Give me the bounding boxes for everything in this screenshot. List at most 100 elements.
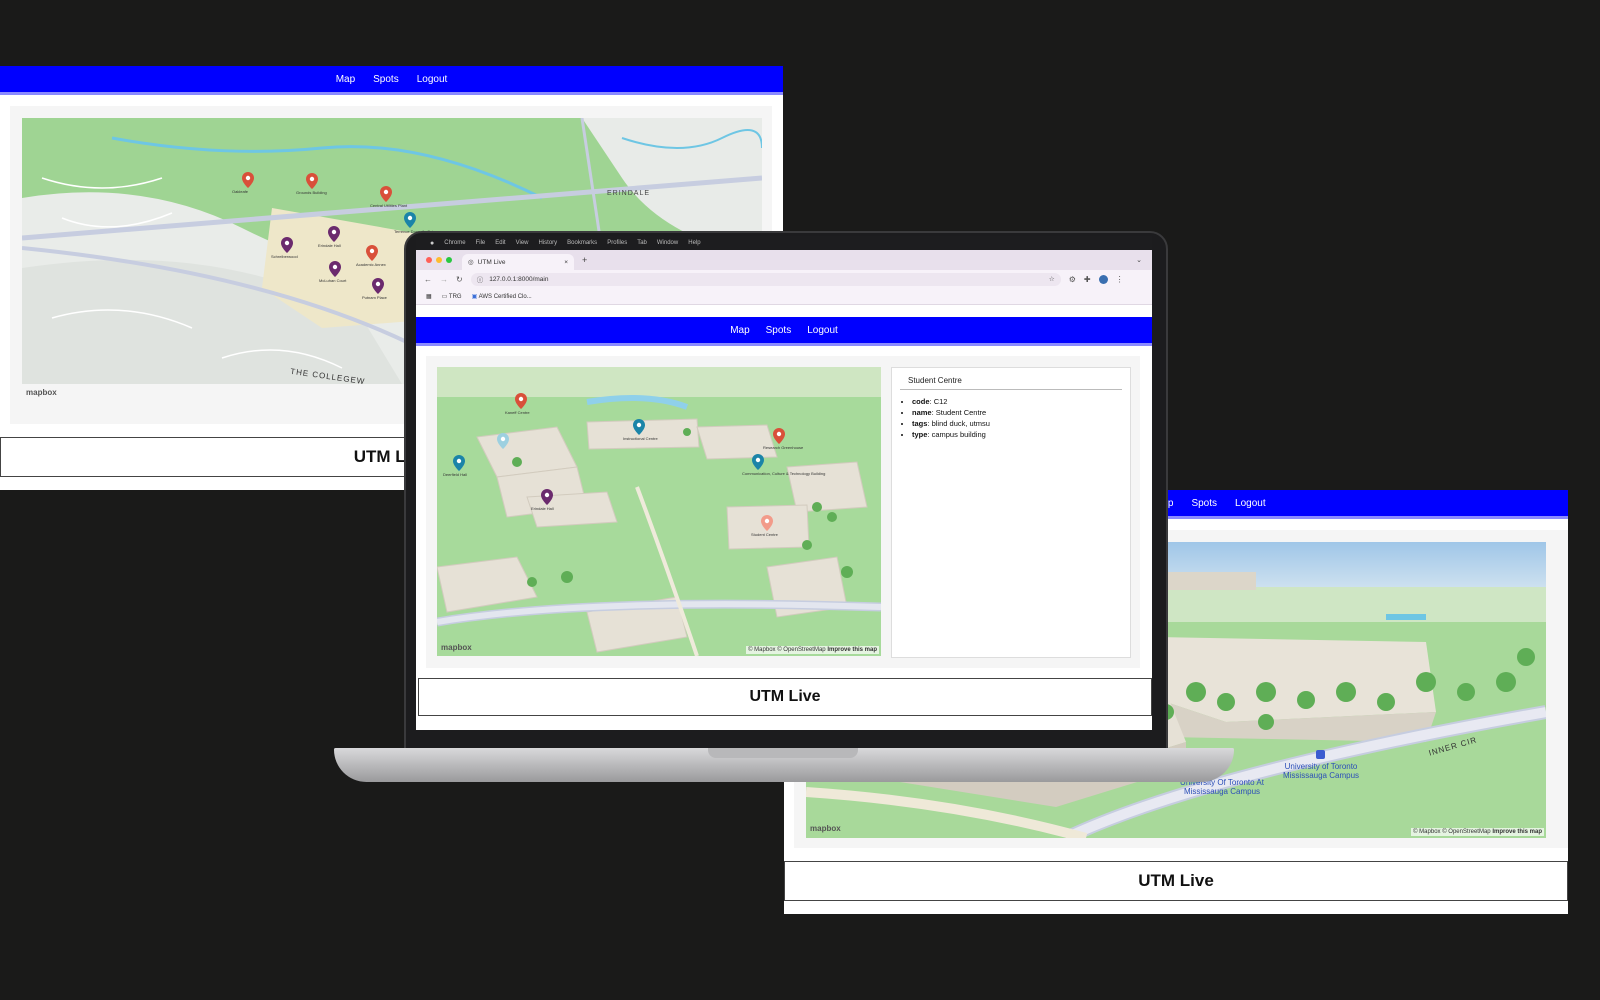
browser-tabstrip: ◎ UTM Live × + ⌄ — [416, 250, 1152, 270]
nav-map-link[interactable]: Map — [336, 74, 355, 85]
center_map-pin[interactable] — [752, 454, 764, 470]
page-nav-map-link[interactable]: Map — [730, 325, 749, 336]
left_map-pin[interactable] — [404, 212, 416, 228]
apple-icon[interactable]: ● — [430, 240, 434, 247]
center_map-pin[interactable] — [453, 455, 465, 471]
left_map-pin[interactable] — [372, 278, 384, 294]
map-pin-icon — [380, 186, 392, 202]
profile-avatar[interactable] — [1098, 274, 1108, 284]
map-pin-icon — [372, 278, 384, 294]
doc-icon: ▣ — [471, 293, 479, 300]
center-attribution-text[interactable]: © Mapbox © OpenStreetMap — [748, 647, 826, 653]
menubar-item[interactable]: Bookmarks — [567, 240, 597, 246]
left_map-pin[interactable] — [329, 261, 341, 277]
site-info-icon[interactable]: ⓘ — [477, 274, 484, 284]
apps-grid-icon[interactable]: ▦ — [426, 293, 432, 300]
left_map-pin[interactable] — [366, 245, 378, 261]
center-improve-map-link[interactable]: Improve this map — [827, 647, 877, 653]
window-close-button[interactable] — [426, 257, 432, 263]
new-tab-button[interactable]: + — [582, 255, 587, 265]
spot-field-tags: tags: blind duck, utmsu — [912, 418, 1130, 429]
menubar-item[interactable]: Chrome — [444, 240, 465, 246]
map-attribution-right: © Mapbox © OpenStreetMap Improve this ma… — [1411, 828, 1544, 836]
tab-search-icon[interactable]: ⌄ — [1136, 256, 1142, 264]
menubar-item[interactable]: View — [516, 240, 529, 246]
page-navbar: Map Spots Logout — [416, 317, 1152, 346]
bookmark-star-icon[interactable]: ☆ — [1049, 275, 1055, 283]
map-pin-icon — [453, 455, 465, 471]
left_map-pin-label: Grounds Building — [296, 190, 327, 195]
center-mapbox-logo[interactable]: mapbox — [441, 643, 472, 652]
nav-logout-link[interactable]: Logout — [417, 74, 448, 85]
reload-icon[interactable]: ↻ — [456, 275, 463, 284]
center_map-pin[interactable] — [633, 419, 645, 435]
page-nav-logout-link[interactable]: Logout — [807, 325, 838, 336]
nav-spots-link-right[interactable]: Spots — [1191, 498, 1217, 509]
left_map-pin[interactable] — [380, 186, 392, 202]
center_map-pin-label: Research Greenhouse — [763, 445, 804, 450]
map-pin-icon — [404, 212, 416, 228]
left_map-pin[interactable] — [281, 237, 293, 253]
center_map-pin-label: Student Centre — [751, 532, 778, 537]
browser-toolbar: ← → ↻ ⓘ 127.0.0.1:8000/main ☆ ⚙ ✚ ⋮ — [416, 270, 1152, 288]
back-icon[interactable]: ← — [424, 275, 432, 284]
mapbox-logo-right[interactable]: mapbox — [810, 824, 841, 833]
map-pin-icon — [773, 428, 785, 444]
bookmarks-bar: ▦ ▭ TRG ▣ AWS Certified Clo... — [416, 288, 1152, 305]
center_map-pin[interactable] — [773, 428, 785, 444]
nav-spots-link[interactable]: Spots — [373, 74, 399, 85]
top-navbar: Map Spots Logout — [0, 66, 783, 95]
menubar-item[interactable]: Window — [657, 240, 678, 246]
center_map-pin[interactable] — [515, 393, 527, 409]
mapbox-logo[interactable]: mapbox — [26, 388, 57, 397]
page-content-frame: Kaneff Centre Deerfield Hall Instructional… — [426, 356, 1140, 668]
mac-menubar: ● Chrome File Edit View History Bookmarks Prof… — [416, 236, 1152, 250]
footer-title-right: UTM Live — [784, 861, 1568, 901]
left_map-pin[interactable] — [328, 226, 340, 242]
left_map-pin[interactable] — [306, 173, 318, 189]
menubar-item[interactable]: Help — [688, 240, 700, 246]
left_map-pin[interactable] — [242, 172, 254, 188]
menubar-item[interactable]: Edit — [495, 240, 505, 246]
nav-logout-link-right[interactable]: Logout — [1235, 498, 1266, 509]
menu-kebab-icon[interactable]: ⋮ — [1116, 275, 1124, 284]
window-minimize-button[interactable] — [436, 257, 442, 263]
menubar-items: Chrome File Edit View History Bookmarks Profil… — [444, 240, 700, 246]
center_map-pin-label: Deerfield Hall — [443, 472, 468, 477]
menubar-item[interactable]: Tab — [637, 240, 647, 246]
campus-transit-icon — [1316, 750, 1325, 759]
center_map-pin[interactable] — [497, 433, 509, 449]
center_map-pin-label: Erindale Hall — [531, 506, 554, 511]
forward-icon[interactable]: → — [440, 275, 448, 284]
menubar-item[interactable]: History — [539, 240, 558, 246]
improve-map-link[interactable]: Improve this map — [1492, 829, 1542, 835]
bookmark-trg[interactable]: ▭ TRG — [442, 293, 462, 300]
center_map-pin[interactable] — [541, 489, 553, 505]
page-nav-spots-link[interactable]: Spots — [766, 325, 792, 336]
laptop-screen: ● Chrome File Edit View History Bookmarks Prof… — [416, 236, 1152, 730]
tab-title: UTM Live — [477, 258, 506, 266]
browser-tab[interactable]: ◎ UTM Live × — [462, 254, 574, 270]
menubar-item[interactable]: Profiles — [607, 240, 627, 246]
folder-icon: ▭ — [441, 293, 449, 300]
center-map-canvas[interactable]: Kaneff Centre Deerfield Hall Instructional… — [437, 367, 881, 656]
attribution-text[interactable]: © Mapbox © OpenStreetMap — [1413, 829, 1491, 835]
spot-title: Student Centre — [900, 368, 1122, 390]
left_map-pin-label: McLuhan Court — [319, 278, 347, 283]
spot-field-name: name: Student Centre — [912, 407, 1130, 418]
spot-field-type: type: campus building — [912, 429, 1130, 440]
bookmark-aws[interactable]: ▣ AWS Certified Clo... — [472, 293, 532, 300]
map-pin-icon — [328, 226, 340, 242]
puzzle-icon[interactable]: ✚ — [1084, 275, 1091, 284]
center_map-pin[interactable] — [761, 515, 773, 531]
map-pin-icon — [306, 173, 318, 189]
area-label: ERINDALE — [607, 190, 651, 197]
menubar-item[interactable]: File — [476, 240, 486, 246]
window-zoom-button[interactable] — [446, 257, 452, 263]
extension-icon[interactable]: ⚙ — [1069, 275, 1076, 284]
tab-close-icon[interactable]: × — [564, 259, 568, 266]
left_map-pin-label: Erindale Hall — [318, 243, 341, 248]
map-pin-icon — [541, 489, 553, 505]
center-map-3d — [437, 367, 881, 656]
address-bar[interactable]: ⓘ 127.0.0.1:8000/main ☆ — [470, 272, 1061, 286]
